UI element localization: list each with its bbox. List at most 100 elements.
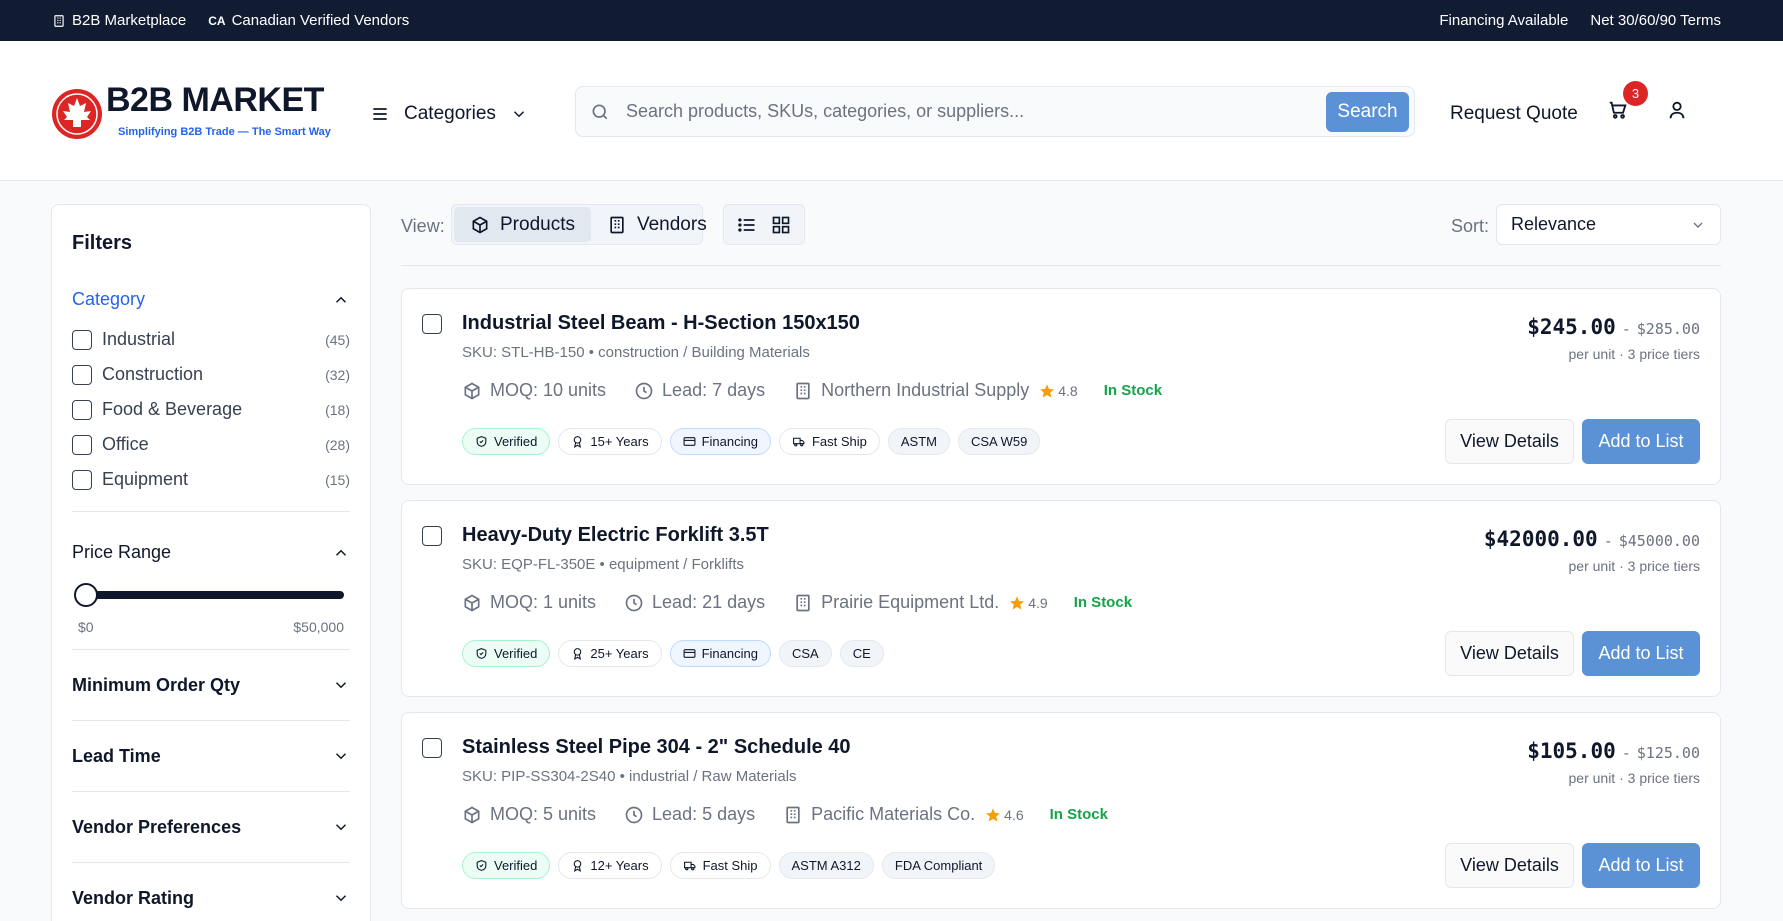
category-filter-industrial[interactable]: Industrial (45)	[72, 322, 350, 357]
certification-tag: ASTM A312	[778, 852, 874, 879]
category-section-toggle[interactable]: Category	[72, 289, 350, 310]
product-title[interactable]: Industrial Steel Beam - H-Section 150x15…	[462, 312, 860, 335]
product-title[interactable]: Stainless Steel Pipe 304 - 2" Schedule 4…	[462, 736, 851, 759]
vendor-name[interactable]: Prairie Equipment Ltd.	[821, 592, 999, 613]
checkbox[interactable]	[72, 364, 92, 385]
product-tags: Verified 12+ Years Fast Ship ASTM A312 F…	[462, 852, 996, 879]
certification-tag: CSA	[778, 640, 832, 667]
layout-toggle	[723, 204, 805, 245]
request-quote-link[interactable]: Request Quote	[1450, 103, 1578, 125]
package-icon	[464, 806, 480, 823]
view-mode-toggle: Products Vendors	[451, 204, 707, 245]
product-title[interactable]: Heavy-Duty Electric Forklift 3.5T	[462, 524, 769, 547]
building-icon	[796, 382, 810, 399]
sort-select[interactable]: Relevance	[1496, 204, 1721, 245]
price-min: $42000.00	[1483, 527, 1598, 551]
shield-check-icon	[476, 648, 487, 659]
list-view-icon[interactable]	[737, 215, 757, 235]
price-range: $105.00 - $125.00	[1527, 739, 1700, 763]
clock-icon	[625, 806, 643, 823]
filters-title: Filters	[72, 232, 133, 254]
filters-sidebar: Filters Category Industrial (45) Constru…	[51, 204, 371, 921]
years-tag: 15+ Years	[558, 428, 662, 455]
building-icon	[610, 216, 624, 233]
vendors-view-tab[interactable]: Vendors	[591, 207, 723, 242]
verified-tag: Verified	[462, 852, 551, 879]
top-announcement-bar: B2B Marketplace CA Canadian Verified Ven…	[0, 0, 1783, 41]
add-to-list-button[interactable]: Add to List	[1582, 843, 1700, 888]
checkbox[interactable]	[72, 399, 92, 420]
minimum-order-qty-section-toggle[interactable]: Minimum Order Qty	[72, 650, 350, 720]
select-checkbox[interactable]	[422, 314, 442, 334]
vendor-name[interactable]: Northern Industrial Supply	[821, 380, 1029, 401]
price-max: $45000.00	[1618, 532, 1700, 550]
chevron-down-icon	[335, 682, 347, 689]
truck-icon	[792, 437, 805, 447]
add-to-list-button[interactable]: Add to List	[1582, 631, 1700, 676]
view-details-button[interactable]: View Details	[1445, 631, 1574, 676]
divider	[72, 511, 350, 512]
price-range-section-toggle[interactable]: Price Range	[72, 542, 350, 563]
package-icon	[464, 594, 480, 611]
years-tag: 12+ Years	[558, 852, 662, 879]
account-button[interactable]	[1666, 99, 1688, 121]
moq: MOQ: 1 units	[490, 592, 597, 612]
products-view-tab[interactable]: Products	[454, 207, 591, 242]
add-to-list-button[interactable]: Add to List	[1582, 419, 1700, 464]
vendor-name[interactable]: Pacific Materials Co.	[811, 804, 975, 825]
net-terms-label: Net 30/60/90 Terms	[1590, 12, 1721, 29]
view-details-button[interactable]: View Details	[1445, 843, 1574, 888]
category-filter-office[interactable]: Office (28)	[72, 427, 350, 462]
slider-thumb[interactable]	[74, 583, 98, 607]
price-max: $285.00	[1636, 320, 1700, 338]
logo[interactable]: B2B MARKET Simplifying B2B Trade — The S…	[50, 83, 343, 145]
category-filter-construction[interactable]: Construction (32)	[72, 357, 350, 392]
vendor-rating-section-toggle[interactable]: Vendor Rating	[72, 863, 350, 921]
certification-tag: FDA Compliant	[881, 852, 996, 879]
product-sku: SKU: PIP-SS304-2S40 • industrial / Raw M…	[462, 768, 797, 785]
sort-label: Sort:	[1451, 216, 1490, 236]
categories-menu-button[interactable]: Categories	[370, 103, 528, 125]
select-checkbox[interactable]	[422, 738, 442, 758]
price-note: per unit · 3 price tiers	[1568, 770, 1701, 786]
shield-check-icon	[476, 436, 487, 447]
chevron-down-icon	[1693, 222, 1703, 228]
moq: MOQ: 10 units	[490, 380, 607, 400]
lead-time-section-toggle[interactable]: Lead Time	[72, 721, 350, 791]
stock-status: In Stock	[1049, 806, 1108, 823]
building-icon	[54, 14, 64, 27]
credit-card-icon	[683, 649, 696, 658]
product-tags: Verified 25+ Years Financing CSA CE	[462, 640, 884, 667]
vendor-rating: 4.9	[1009, 595, 1048, 611]
slider-track	[78, 591, 344, 599]
checkbox[interactable]	[72, 469, 92, 490]
chevron-down-icon	[335, 753, 347, 760]
logo-tagline: Simplifying B2B Trade — The Smart Way	[118, 125, 331, 138]
price-range-slider[interactable]	[74, 583, 344, 607]
star-icon	[1010, 595, 1025, 610]
chevron-down-icon	[335, 895, 347, 902]
award-icon	[574, 648, 582, 660]
certification-tag: CSA W59	[958, 428, 1041, 455]
vendor-preferences-section-toggle[interactable]: Vendor Preferences	[72, 792, 350, 862]
checkbox[interactable]	[72, 329, 92, 350]
grid-view-icon[interactable]	[771, 215, 791, 235]
star-icon	[1040, 383, 1055, 398]
checkbox[interactable]	[72, 434, 92, 455]
product-card: Stainless Steel Pipe 304 - 2" Schedule 4…	[401, 712, 1721, 909]
category-filter-equipment[interactable]: Equipment (15)	[72, 462, 350, 497]
product-tags: Verified 15+ Years Financing Fast Ship A…	[462, 428, 1041, 455]
price-range: $42000.00 - $45000.00	[1483, 527, 1700, 551]
award-icon	[574, 860, 582, 872]
search-button[interactable]: Search	[1326, 91, 1409, 132]
years-tag: 25+ Years	[558, 640, 662, 667]
view-details-button[interactable]: View Details	[1445, 419, 1574, 464]
search-input[interactable]	[610, 101, 1326, 122]
category-filter-food-beverage[interactable]: Food & Beverage (18)	[72, 392, 350, 427]
financing-tag: Financing	[669, 428, 771, 455]
product-sku: SKU: STL-HB-150 • construction / Buildin…	[462, 344, 810, 361]
certification-tag: ASTM	[887, 428, 950, 455]
select-checkbox[interactable]	[422, 526, 442, 546]
maple-leaf-logo-icon	[52, 89, 102, 139]
lead-time: Lead: 7 days	[662, 380, 766, 400]
